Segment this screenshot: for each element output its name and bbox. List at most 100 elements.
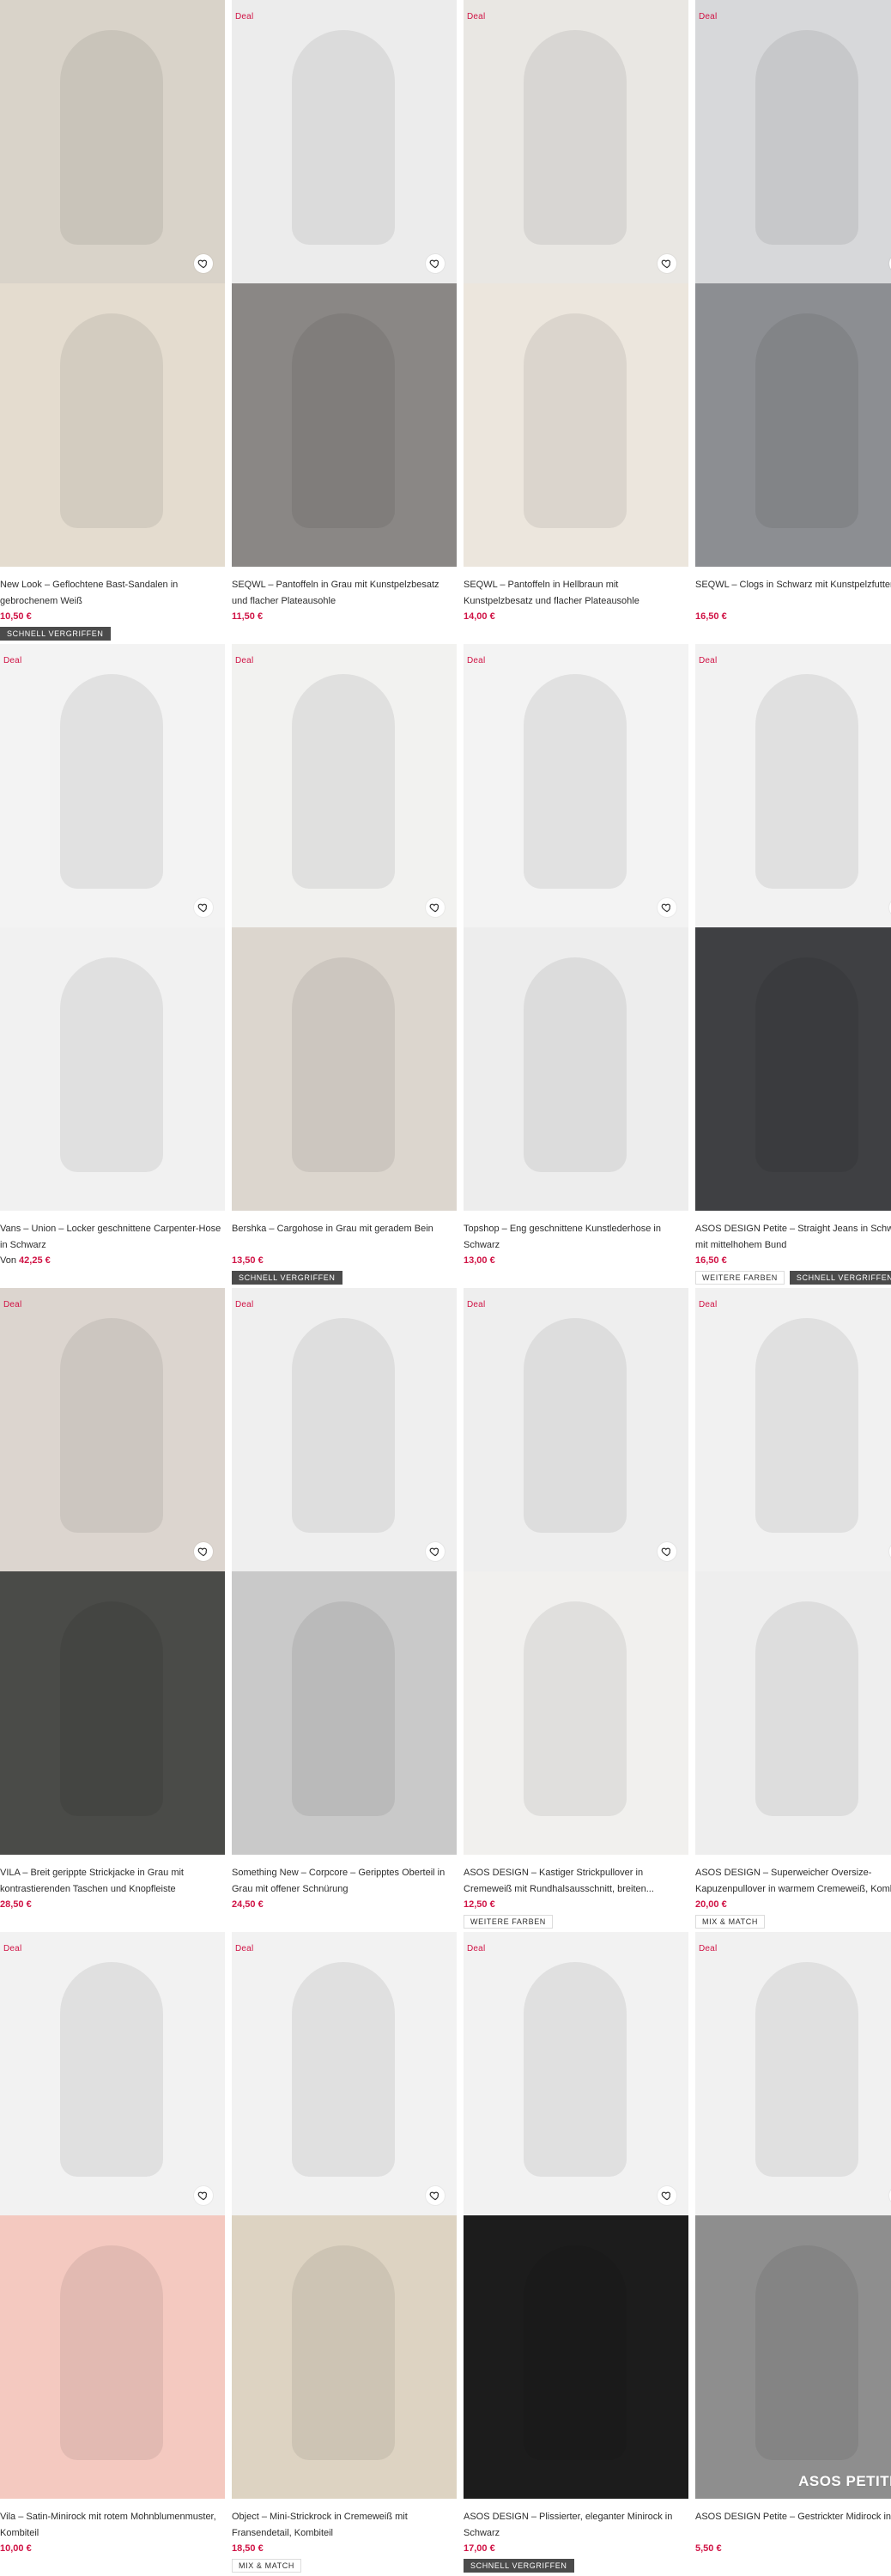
product-image-alt[interactable] <box>0 283 225 567</box>
heart-icon[interactable] <box>426 2186 445 2205</box>
product-image-alt[interactable] <box>464 1571 688 1855</box>
product-card[interactable]: Deal ASOS DESIGN Petite – Straight Jeans … <box>695 644 891 1288</box>
product-title[interactable]: SEQWL – Pantoffeln in Hellbraun mit Kuns… <box>464 577 688 610</box>
product-image-alt[interactable] <box>0 927 225 1211</box>
product-image[interactable]: Deal <box>232 1288 457 1571</box>
price-value: 10,50 € <box>0 611 32 622</box>
product-card[interactable]: Deal ASOS PETITE ASOS DESIGN Petite – Gest… <box>695 1932 891 2576</box>
heart-icon[interactable] <box>658 2186 676 2205</box>
product-title[interactable]: ASOS DESIGN – Superweicher Oversize-Kapu… <box>695 1865 891 1898</box>
heart-icon[interactable] <box>658 898 676 917</box>
product-image[interactable] <box>0 0 225 283</box>
price-value: 18,50 € <box>232 2543 264 2554</box>
product-image[interactable]: Deal <box>232 644 457 927</box>
product-image[interactable]: Deal <box>232 1932 457 2215</box>
deal-badge: Deal <box>235 12 254 21</box>
product-card[interactable]: Deal ASOS DESIGN – Plissierter, eleganter… <box>464 1932 688 2576</box>
deal-badge: Deal <box>3 656 22 665</box>
product-image-alt[interactable]: ASOS PETITE <box>695 2215 891 2499</box>
product-price: 16,50 € <box>695 1255 727 1266</box>
product-title[interactable]: ASOS DESIGN Petite – Straight Jeans in S… <box>695 1221 891 1254</box>
deal-badge: Deal <box>235 1300 254 1309</box>
product-image-alt[interactable] <box>695 1571 891 1855</box>
product-image[interactable]: Deal <box>464 1932 688 2215</box>
product-price: 16,50 € <box>695 611 727 622</box>
product-title[interactable]: Vans – Union – Locker geschnittene Carpe… <box>0 1221 225 1254</box>
product-price: 10,00 € <box>0 2543 32 2554</box>
product-image[interactable]: Deal <box>0 644 225 927</box>
heart-icon[interactable] <box>426 898 445 917</box>
product-image[interactable]: Deal <box>695 1288 891 1571</box>
product-image-alt[interactable] <box>695 927 891 1211</box>
product-title[interactable]: Bershka – Cargohose in Grau mit geradem … <box>232 1221 457 1237</box>
product-price: 14,00 € <box>464 611 495 622</box>
product-image-alt[interactable] <box>232 283 457 567</box>
product-card[interactable]: Deal SEQWL – Pantoffeln in Hellbraun mit … <box>464 0 688 644</box>
product-title[interactable]: Topshop – Eng geschnittene Kunstlederhos… <box>464 1221 688 1254</box>
product-image-alt[interactable] <box>232 2215 457 2499</box>
product-image[interactable]: Deal <box>464 644 688 927</box>
product-title[interactable]: ASOS DESIGN – Kastiger Strickpullover in… <box>464 1865 688 1898</box>
selling-fast-badge: SCHNELL VERGRIFFEN <box>232 1271 342 1285</box>
product-card[interactable]: Deal SEQWL – Clogs in Schwarz mit Kunstpe… <box>695 0 891 644</box>
badge-row: MIX & MATCH <box>232 2559 301 2573</box>
product-image[interactable]: Deal <box>464 1288 688 1571</box>
heart-icon[interactable] <box>194 2186 213 2205</box>
product-title[interactable]: SEQWL – Clogs in Schwarz mit Kunstpelzfu… <box>695 577 891 593</box>
price-value: 42,25 € <box>19 1255 51 1266</box>
product-image[interactable]: Deal <box>0 1932 225 2215</box>
product-image-alt[interactable] <box>464 927 688 1211</box>
product-card[interactable]: Deal ASOS DESIGN – Superweicher Oversize-… <box>695 1288 891 1932</box>
product-image-alt[interactable] <box>464 283 688 567</box>
product-title[interactable]: Something New – Corpcore – Geripptes Obe… <box>232 1865 457 1898</box>
heart-icon[interactable] <box>426 1542 445 1561</box>
product-card[interactable]: Deal Object – Mini-Strickrock in Cremewei… <box>232 1932 457 2576</box>
product-image-alt[interactable] <box>0 1571 225 1855</box>
price-value: 16,50 € <box>695 611 727 622</box>
product-card[interactable]: Deal Vans – Union – Locker geschnittene C… <box>0 644 225 1288</box>
product-image[interactable]: Deal <box>695 644 891 927</box>
product-title[interactable]: Vila – Satin-Minirock mit rotem Mohnblum… <box>0 2509 225 2542</box>
product-image[interactable]: Deal <box>232 0 457 283</box>
heart-icon[interactable] <box>658 254 676 273</box>
product-card[interactable]: Deal ASOS DESIGN – Kastiger Strickpullove… <box>464 1288 688 1932</box>
product-title[interactable]: Object – Mini-Strickrock in Cremeweiß mi… <box>232 2509 457 2542</box>
tag-badge: MIX & MATCH <box>232 2559 301 2573</box>
badge-row: SCHNELL VERGRIFFEN <box>232 1271 342 1285</box>
product-image-alt[interactable] <box>232 927 457 1211</box>
product-image-alt[interactable] <box>0 2215 225 2499</box>
product-grid: New Look – Geflochtene Bast-Sandalen in … <box>0 0 891 2576</box>
product-title[interactable]: VILA – Breit gerippte Strickjacke in Gra… <box>0 1865 225 1898</box>
product-title[interactable]: ASOS DESIGN – Plissierter, eleganter Min… <box>464 2509 688 2542</box>
product-image[interactable]: Deal <box>695 1932 891 2215</box>
product-image-alt[interactable] <box>695 283 891 567</box>
heart-icon[interactable] <box>658 1542 676 1561</box>
heart-icon[interactable] <box>194 898 213 917</box>
deal-badge: Deal <box>3 1944 22 1953</box>
product-card[interactable]: Deal Bershka – Cargohose in Grau mit gera… <box>232 644 457 1288</box>
product-title[interactable]: New Look – Geflochtene Bast-Sandalen in … <box>0 577 225 610</box>
badge-row: SCHNELL VERGRIFFEN <box>464 2559 574 2573</box>
product-card[interactable]: Deal SEQWL – Pantoffeln in Grau mit Kunst… <box>232 0 457 644</box>
deal-badge: Deal <box>467 1944 486 1953</box>
product-price: 20,00 € <box>695 1899 727 1910</box>
product-card[interactable]: Deal Vila – Satin-Minirock mit rotem Mohn… <box>0 1932 225 2576</box>
deal-badge: Deal <box>467 1300 486 1309</box>
product-title[interactable]: ASOS DESIGN Petite – Gestrickter Midiroc… <box>695 2509 891 2525</box>
product-image[interactable]: Deal <box>695 0 891 283</box>
product-title[interactable]: SEQWL – Pantoffeln in Grau mit Kunstpelz… <box>232 577 457 610</box>
badge-row: MIX & MATCH <box>695 1915 765 1929</box>
product-image-alt[interactable] <box>232 1571 457 1855</box>
product-card[interactable]: New Look – Geflochtene Bast-Sandalen in … <box>0 0 225 644</box>
product-image[interactable]: Deal <box>0 1288 225 1571</box>
product-card[interactable]: Deal VILA – Breit gerippte Strickjacke in… <box>0 1288 225 1932</box>
heart-icon[interactable] <box>194 1542 213 1561</box>
product-card[interactable]: Deal Something New – Corpcore – Geripptes… <box>232 1288 457 1932</box>
heart-icon[interactable] <box>426 254 445 273</box>
product-image[interactable]: Deal <box>464 0 688 283</box>
product-price: 5,50 € <box>695 2543 722 2554</box>
product-image-alt[interactable] <box>464 2215 688 2499</box>
heart-icon[interactable] <box>194 254 213 273</box>
price-value: 20,00 € <box>695 1899 727 1910</box>
product-card[interactable]: Deal Topshop – Eng geschnittene Kunstlede… <box>464 644 688 1288</box>
